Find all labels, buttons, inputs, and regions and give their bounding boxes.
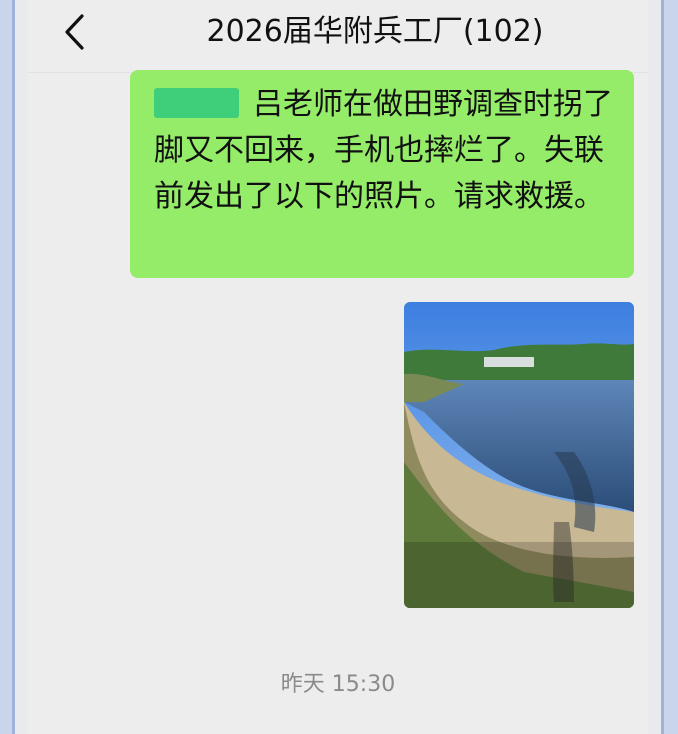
message-timestamp: 昨天 15:30 (280, 672, 396, 697)
redacted-mention (154, 88, 239, 118)
chat-header: 2026届华附兵工厂(102) (28, 0, 648, 73)
chevron-left-icon (65, 14, 84, 50)
message-bubble[interactable]: 吕老师在做田野调查时拐了脚又不回来，手机也摔烂了。失联前发出了以下的照片。请求救… (130, 70, 634, 278)
chat-title: 2026届华附兵工厂(102) (206, 14, 544, 49)
back-button[interactable] (54, 10, 98, 54)
lake-photo-image (404, 302, 634, 608)
chat-screen: 2026届华附兵工厂(102) 吕老师在做田野调查时拐了脚又不回来，手机也摔烂了… (28, 0, 648, 734)
photo-message[interactable] (404, 302, 634, 608)
